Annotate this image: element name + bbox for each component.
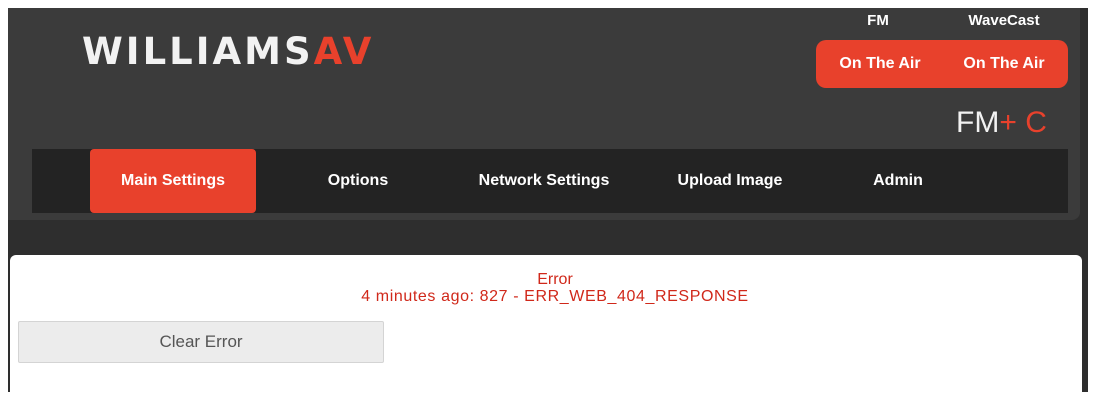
header: WILLIAMSAV FM WaveCast On The Air On The… bbox=[8, 8, 1080, 220]
app-frame: WILLIAMSAV FM WaveCast On The Air On The… bbox=[8, 8, 1088, 392]
on-air-status-panel: On The Air On The Air bbox=[816, 40, 1068, 88]
error-message: 4 minutes ago: 827 - ERR_WEB_404_RESPONS… bbox=[361, 288, 749, 305]
fm-on-air-button[interactable]: On The Air bbox=[820, 40, 940, 88]
tab-options[interactable]: Options bbox=[288, 149, 428, 213]
error-title: Error bbox=[537, 271, 573, 288]
brand-suffix-text: C bbox=[1025, 106, 1047, 139]
brand-main-text: FM bbox=[956, 106, 1000, 139]
tab-upload-image[interactable]: Upload Image bbox=[652, 149, 808, 213]
main-content: Error 4 minutes ago: 827 - ERR_WEB_404_R… bbox=[10, 255, 1082, 392]
tab-admin[interactable]: Admin bbox=[832, 149, 964, 213]
on-air-labels: FM WaveCast bbox=[816, 12, 1068, 34]
wavecast-label: WaveCast bbox=[968, 12, 1040, 29]
fm-label: FM bbox=[867, 12, 889, 29]
wavecast-on-air-button[interactable]: On The Air bbox=[944, 40, 1064, 88]
clear-error-button[interactable]: Clear Error bbox=[18, 321, 384, 363]
logo-accent-text: AV bbox=[313, 30, 375, 73]
williams-av-logo: WILLIAMSAV bbox=[82, 30, 374, 73]
page: WILLIAMSAV FM WaveCast On The Air On The… bbox=[0, 0, 1098, 396]
brand-plus-text: + bbox=[999, 106, 1017, 139]
fm-plus-c-brand: FM+ C bbox=[956, 106, 1047, 140]
tab-network-settings[interactable]: Network Settings bbox=[456, 149, 632, 213]
main-navigation: Main Settings Options Network Settings U… bbox=[32, 149, 1068, 213]
tab-main-settings[interactable]: Main Settings bbox=[90, 149, 256, 213]
logo-main-text: WILLIAMS bbox=[82, 30, 314, 73]
